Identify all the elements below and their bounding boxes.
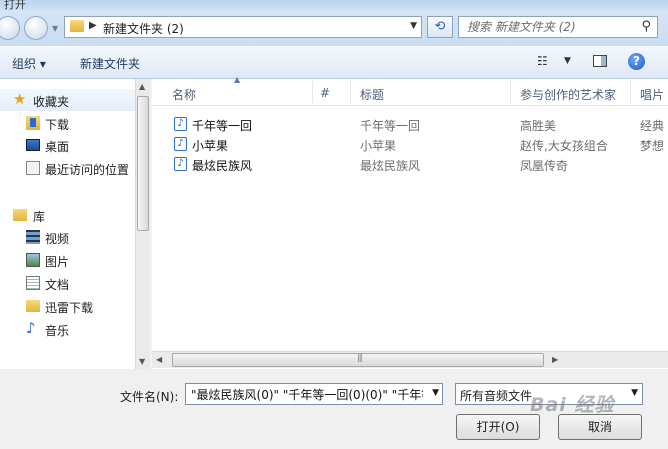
nav-item-recent-places[interactable]: 最近访问的位置: [0, 157, 135, 179]
nav-item-label: 图片: [45, 255, 70, 269]
nav-item-label: 视频: [45, 232, 70, 246]
file-title: 千年等一回: [360, 119, 421, 133]
nav-item-label: 文档: [45, 278, 70, 292]
folder-icon: [70, 20, 84, 32]
cancel-button[interactable]: 取消: [558, 414, 642, 440]
file-list-horizontal-scrollbar[interactable]: ◀ ||| ▶: [152, 351, 668, 368]
nav-item-video[interactable]: 视频: [0, 226, 135, 248]
file-name: 千年等一回: [192, 119, 253, 133]
breadcrumb[interactable]: 新建文件夹 (2): [103, 20, 184, 37]
nav-item-documents[interactable]: 文档: [0, 272, 135, 294]
nav-favorites-label: 收藏夹: [33, 95, 70, 109]
scroll-up-icon[interactable]: ▲: [139, 82, 145, 91]
file-name: 最炫民族风: [192, 159, 253, 173]
scroll-right-icon[interactable]: ▶: [552, 355, 558, 364]
file-album: 梦想: [640, 139, 665, 153]
nav-item-music[interactable]: ♪ 音乐: [0, 318, 135, 340]
open-button[interactable]: 打开(O): [456, 414, 540, 440]
command-toolbar: 组织 ▾ 新建文件夹 ☷ ▼ ?: [0, 46, 668, 79]
watermark-logo: Bai 经验: [530, 394, 615, 416]
search-icon[interactable]: ⚲: [641, 19, 651, 34]
title-bar: 打开: [0, 0, 668, 11]
nav-item-xunlei[interactable]: 迅雷下载: [0, 295, 135, 317]
file-title: 小苹果: [360, 139, 397, 153]
audio-file-icon: ♪: [174, 117, 187, 131]
documents-library-icon: [26, 276, 40, 290]
search-input[interactable]: [465, 19, 629, 35]
scroll-grip-icon: |||: [357, 353, 363, 362]
file-album: 经典: [640, 119, 665, 133]
scroll-left-icon[interactable]: ◀: [156, 355, 162, 364]
library-icon: [13, 209, 27, 221]
address-bar[interactable]: ▶ 新建文件夹 (2) ▼: [64, 16, 422, 38]
folder-icon: [26, 300, 40, 312]
nav-item-label: 下载: [45, 118, 70, 132]
column-header-name[interactable]: 名称: [172, 86, 196, 103]
back-button[interactable]: [0, 16, 20, 40]
view-dropdown-icon[interactable]: ▼: [564, 56, 571, 66]
column-header-row: ▲ 名称 # 标题 参与创作的艺术家 唱片: [152, 75, 668, 106]
nav-item-label: 音乐: [45, 324, 70, 338]
video-library-icon: [26, 230, 40, 244]
nav-item-label: 最近访问的位置: [45, 163, 130, 177]
nav-scroll-thumb[interactable]: [137, 96, 149, 231]
filename-input[interactable]: [189, 386, 425, 402]
sort-ascending-icon: ▲: [234, 75, 241, 84]
organize-button[interactable]: 组织 ▾: [12, 55, 46, 72]
file-title: 最炫民族风: [360, 159, 421, 173]
column-divider[interactable]: [630, 81, 631, 103]
nav-scrollbar[interactable]: ▲ ▼: [135, 79, 150, 369]
help-icon[interactable]: ?: [628, 53, 645, 70]
preview-pane-icon[interactable]: [593, 55, 607, 67]
address-row: ▼ ▶ 新建文件夹 (2) ▼ ⟲ ⚲: [0, 10, 668, 46]
file-list: ▲ 名称 # 标题 参与创作的艺术家 唱片 ♪ 千年等一回 千年等一回 高胜美 …: [152, 75, 668, 369]
audio-file-icon: ♪: [174, 137, 187, 151]
breadcrumb-arrow-icon[interactable]: ▶: [89, 20, 97, 31]
nav-libraries-label: 库: [33, 210, 46, 224]
nav-item-label: 桌面: [45, 140, 70, 154]
column-header-title[interactable]: 标题: [360, 86, 384, 103]
refresh-button[interactable]: ⟲: [427, 16, 453, 38]
file-row[interactable]: ♪ 千年等一回 千年等一回 高胜美 经典: [152, 114, 668, 134]
new-folder-button[interactable]: 新建文件夹: [80, 55, 140, 72]
column-divider[interactable]: [312, 81, 313, 103]
filename-combobox[interactable]: ▼: [185, 383, 443, 405]
history-dropdown-icon[interactable]: ▼: [52, 24, 58, 33]
forward-button[interactable]: [24, 16, 48, 40]
filename-dropdown-icon[interactable]: ▼: [432, 388, 439, 398]
scroll-down-icon[interactable]: ▼: [139, 357, 145, 366]
column-header-number[interactable]: #: [320, 86, 330, 100]
column-header-artist[interactable]: 参与创作的艺术家: [520, 86, 616, 103]
nav-libraries[interactable]: 库: [0, 204, 135, 226]
address-dropdown-icon[interactable]: ▼: [410, 21, 417, 31]
view-options-icon[interactable]: ☷: [537, 54, 548, 68]
desktop-icon: [26, 139, 40, 151]
column-divider[interactable]: [510, 81, 511, 103]
recent-places-icon: [26, 161, 40, 175]
audio-file-icon: ♪: [174, 157, 187, 171]
file-artist: 凤凰传奇: [520, 159, 569, 173]
column-header-album[interactable]: 唱片: [640, 86, 664, 103]
filename-label: 文件名(N):: [120, 390, 179, 404]
file-name: 小苹果: [192, 139, 229, 153]
download-folder-icon: [26, 116, 40, 130]
filetype-dropdown-icon[interactable]: ▼: [631, 388, 638, 398]
file-row[interactable]: ♪ 小苹果 小苹果 赵传,大女孩组合 梦想: [152, 134, 668, 154]
music-library-icon: ♪: [26, 319, 36, 337]
column-divider[interactable]: [350, 81, 351, 103]
file-artist: 赵传,大女孩组合: [520, 139, 608, 153]
nav-favorites[interactable]: ★ 收藏夹: [0, 89, 135, 111]
nav-item-pictures[interactable]: 图片: [0, 249, 135, 271]
nav-item-label: 迅雷下载: [45, 301, 94, 315]
refresh-icon: ⟲: [434, 19, 446, 34]
nav-item-download[interactable]: 下载: [0, 112, 135, 134]
file-artist: 高胜美: [520, 119, 557, 133]
nav-item-desktop[interactable]: 桌面: [0, 134, 135, 156]
file-row[interactable]: ♪ 最炫民族风 最炫民族风 凤凰传奇: [152, 154, 668, 174]
navigation-pane: ★ 收藏夹 下载 桌面 最近访问的位置 库 视频 图片 文档 迅雷下载 ♪ 音乐…: [0, 79, 150, 369]
filetype-value: 所有音频文件: [460, 389, 533, 403]
star-icon: ★: [13, 90, 27, 108]
search-box[interactable]: ⚲: [458, 16, 658, 38]
pictures-library-icon: [26, 253, 40, 267]
